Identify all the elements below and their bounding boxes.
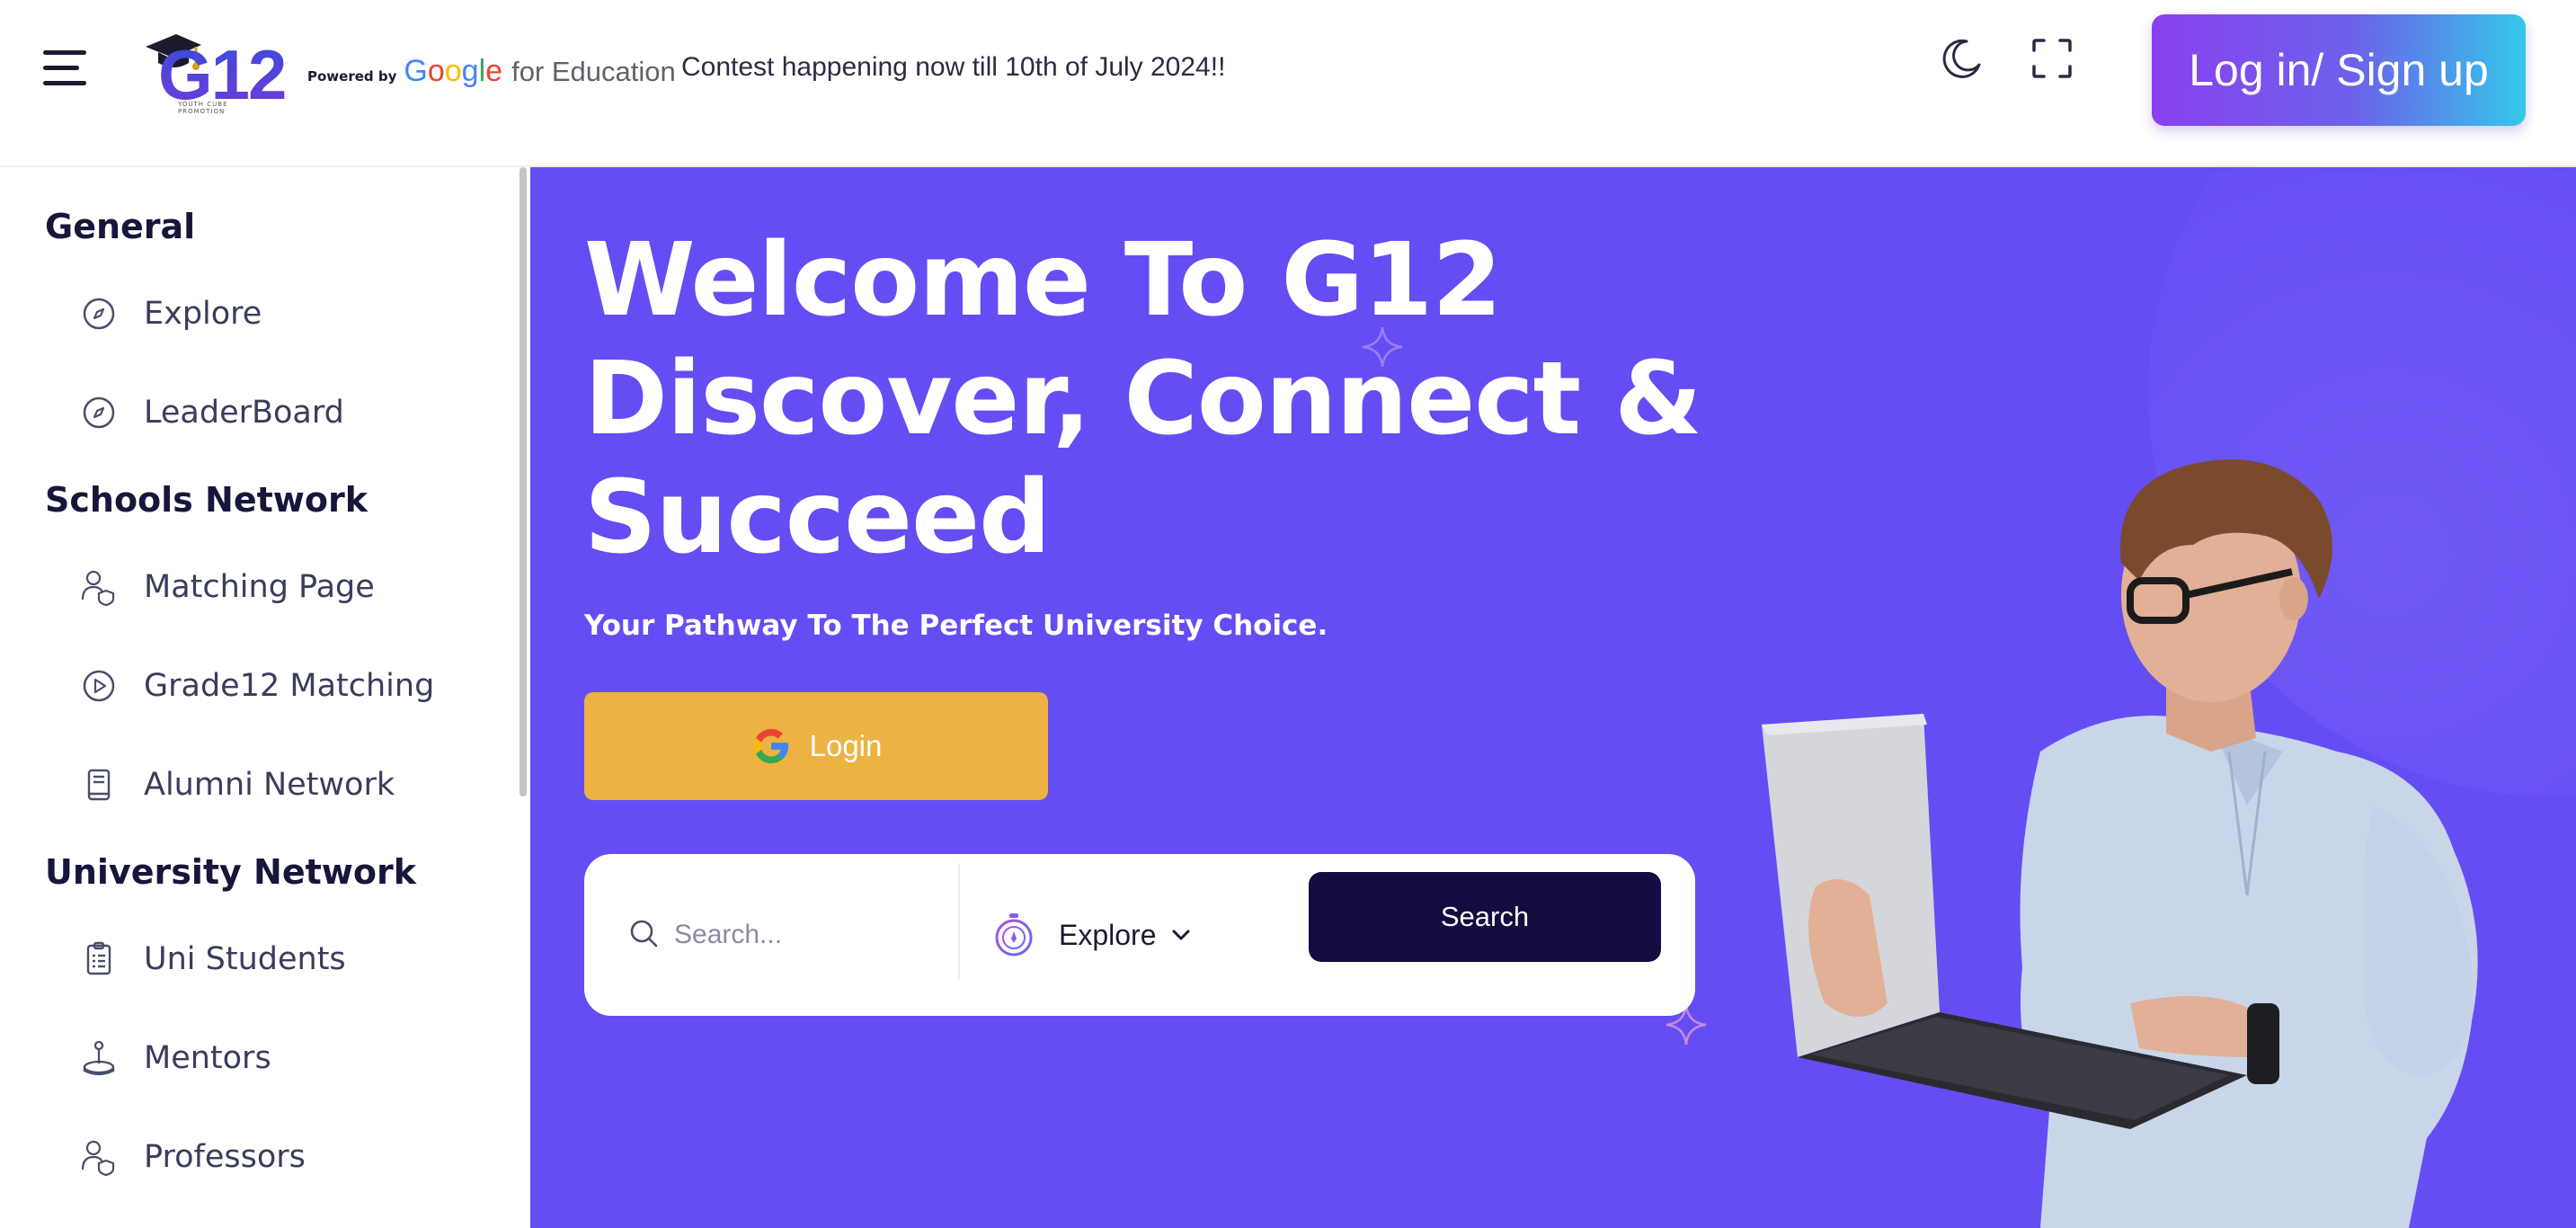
sidebar-item-label: Grade12 Matching bbox=[144, 668, 435, 704]
compass-icon bbox=[76, 389, 122, 436]
g12-logo[interactable]: G12 YOUTH CUBE PROMOTION bbox=[142, 27, 287, 115]
for-education-label: for Education bbox=[511, 56, 676, 87]
section-title-university-network: University Network bbox=[45, 852, 416, 892]
joystick-icon bbox=[76, 1035, 122, 1081]
google-login-label: Login bbox=[809, 729, 883, 762]
hero-banner: Welcome To G12 Discover, Connect & Succe… bbox=[530, 167, 2576, 1228]
sidebar-item-matching-page[interactable]: Matching Page bbox=[76, 556, 498, 618]
search-divider bbox=[958, 863, 960, 980]
search-input[interactable] bbox=[674, 904, 944, 965]
contest-banner-text: Contest happening now till 10th of July … bbox=[681, 52, 1226, 82]
sidebar-scrollbar[interactable] bbox=[520, 167, 527, 796]
fullscreen-icon[interactable] bbox=[2031, 38, 2073, 79]
sidebar-item-label: LeaderBoard bbox=[144, 395, 344, 431]
google-g-icon bbox=[753, 728, 788, 764]
login-signup-button[interactable]: Log in/ Sign up bbox=[2152, 14, 2526, 126]
search-card: Explore Search bbox=[584, 854, 1695, 1016]
sidebar-item-label: Uni Students bbox=[144, 941, 346, 977]
chevron-down-icon bbox=[1172, 930, 1189, 940]
book-icon bbox=[76, 761, 122, 808]
sidebar-item-label: Matching Page bbox=[144, 569, 375, 605]
sidebar-item-label: Alumni Network bbox=[144, 767, 395, 803]
explore-label: Explore bbox=[1059, 918, 1157, 951]
search-button[interactable]: Search bbox=[1309, 872, 1661, 962]
sidebar-item-label: Explore bbox=[144, 296, 262, 332]
google-login-button[interactable]: Login bbox=[584, 692, 1048, 800]
powered-by-label: Powered by bbox=[307, 68, 397, 85]
powered-by-google: Powered by Google for Education bbox=[307, 54, 676, 90]
users-shield-icon bbox=[76, 1134, 122, 1180]
hero-title: Welcome To G12 Discover, Connect & Succe… bbox=[584, 221, 1753, 577]
users-shield-icon bbox=[76, 564, 122, 610]
section-title-schools-network: Schools Network bbox=[45, 480, 368, 520]
sidebar-item-professors[interactable]: Professors bbox=[76, 1126, 498, 1188]
stopwatch-icon bbox=[995, 913, 1033, 957]
logo-tagline: YOUTH CUBE PROMOTION bbox=[178, 101, 228, 115]
hero-title-line: Discover, Connect & bbox=[584, 341, 1702, 458]
sidebar-item-explore[interactable]: Explore bbox=[76, 282, 498, 345]
moon-icon[interactable] bbox=[1940, 36, 1985, 81]
sidebar-item-leaderboard[interactable]: LeaderBoard bbox=[76, 381, 498, 444]
top-header: G12 YOUTH CUBE PROMOTION Powered by Goog… bbox=[0, 0, 2576, 167]
hero-title-line: Welcome To G12 bbox=[584, 222, 1502, 339]
sidebar-item-alumni-network[interactable]: Alumni Network bbox=[76, 753, 498, 816]
section-title-general: General bbox=[45, 207, 196, 246]
hero-title-line: Succeed bbox=[584, 459, 1051, 576]
sidebar-item-label: Professors bbox=[144, 1139, 306, 1175]
search-icon bbox=[627, 917, 663, 953]
sidebar: General Explore LeaderBoard Schools Netw… bbox=[0, 167, 529, 1228]
menu-icon[interactable] bbox=[43, 47, 90, 90]
hero-subtitle: Your Pathway To The Perfect University C… bbox=[584, 610, 1328, 642]
sidebar-item-uni-students[interactable]: Uni Students bbox=[76, 928, 498, 991]
compass-icon bbox=[76, 290, 122, 337]
sparkle-icon bbox=[1362, 326, 1403, 368]
sidebar-item-label: Mentors bbox=[144, 1040, 271, 1076]
sidebar-item-grade12-matching[interactable]: Grade12 Matching bbox=[76, 654, 498, 717]
play-circle-icon bbox=[76, 663, 122, 709]
google-wordmark: Google bbox=[404, 54, 503, 88]
clipboard-list-icon bbox=[76, 936, 122, 983]
logo-text: G12 bbox=[158, 35, 287, 114]
explore-dropdown[interactable]: Explore bbox=[992, 897, 1226, 973]
student-with-laptop-image bbox=[1762, 459, 2478, 1228]
sidebar-item-mentors[interactable]: Mentors bbox=[76, 1027, 498, 1090]
